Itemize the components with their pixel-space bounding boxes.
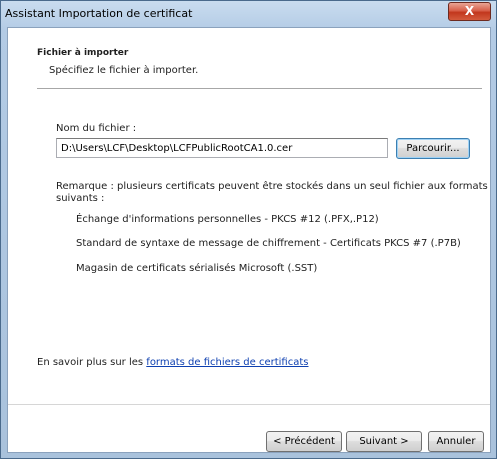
learn-more-text: En savoir plus sur les formats de fichie… — [37, 357, 309, 368]
close-button[interactable]: X — [448, 2, 491, 21]
file-name-input[interactable] — [56, 138, 388, 158]
header-divider — [37, 88, 482, 90]
page-subtitle: Spécifiez le fichier à importer. — [49, 65, 199, 76]
learn-more-prefix: En savoir plus sur les — [37, 357, 147, 368]
cancel-button[interactable]: Annuler — [428, 431, 484, 452]
format-item-pfx: Échange d'informations personnelles - PK… — [76, 214, 379, 225]
format-item-sst: Magasin de certificats sérialisés Micros… — [76, 263, 318, 274]
back-button[interactable]: < Précédent — [266, 431, 342, 452]
page-title: Fichier à importer — [37, 48, 129, 58]
wizard-content: Fichier à importer Spécifiez le fichier … — [7, 27, 491, 453]
format-item-p7b: Standard de syntaxe de message de chiffr… — [76, 238, 461, 249]
note-line-1: Remarque : plusieurs certificats peuvent… — [56, 181, 488, 192]
certificate-import-wizard-window: Assistant Importation de certificat X Fi… — [0, 0, 497, 459]
certificate-formats-link[interactable]: formats de fichiers de certificats — [146, 357, 308, 368]
window-title: Assistant Importation de certificat — [5, 7, 193, 20]
wizard-header: Fichier à importer Spécifiez le fichier … — [8, 28, 490, 86]
title-bar[interactable]: Assistant Importation de certificat X — [1, 1, 496, 27]
file-name-label: Nom du fichier : — [56, 123, 137, 134]
next-button[interactable]: Suivant > — [346, 431, 422, 452]
footer-divider — [8, 404, 490, 405]
close-icon: X — [464, 4, 475, 18]
note-line-2: suivants : — [56, 193, 105, 204]
browse-button[interactable]: Parcourir... — [396, 138, 470, 159]
